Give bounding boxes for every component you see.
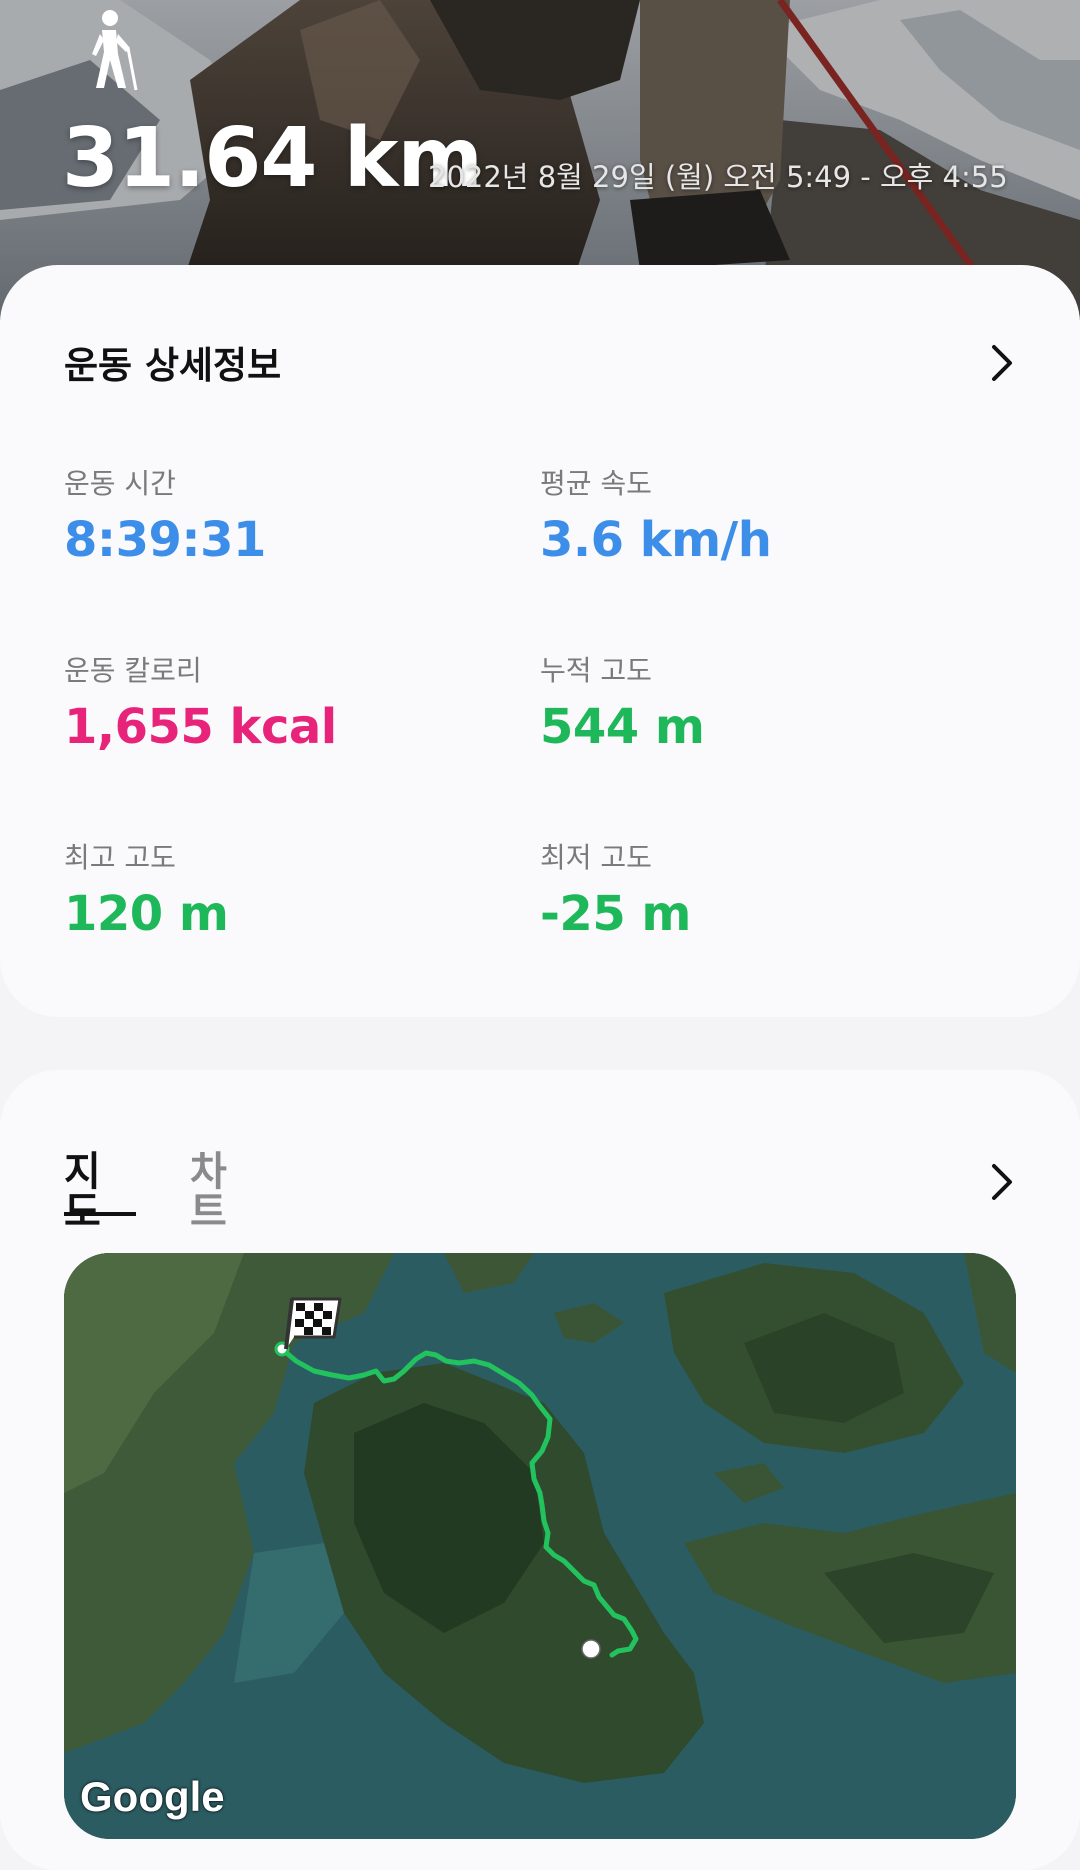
chevron-right-icon[interactable] [986,1162,1016,1202]
google-attribution: Google [80,1773,225,1820]
stat-label: 누적 고도 [540,654,652,687]
map-chart-card: 지도 차트 Google [0,1070,1080,1870]
total-distance: 31.64 km [62,111,483,206]
workout-details-card: 운동 상세정보 운동 시간 8:39:31 평균 속도 3.6 km/h 운동 … [0,265,1080,1017]
workout-date-range: 2022년 8월 29일 (월) 오전 5:49 - 오후 4:55 [428,160,1008,194]
active-tab-indicator [64,1212,136,1216]
stat-workout-time: 운동 시간 8:39:31 [64,467,484,568]
stat-value: -25 m [540,886,691,942]
tab-map[interactable]: 지도 [64,1152,101,1232]
stat-max-altitude: 최고 고도 120 m [64,841,484,942]
stat-elevation-gain: 누적 고도 544 m [540,654,960,755]
satellite-map-image [64,1253,1016,1839]
stat-label: 운동 칼로리 [64,654,202,687]
stat-value: 8:39:31 [64,512,266,568]
stat-label: 평균 속도 [540,467,652,500]
stat-value: 544 m [540,699,705,755]
stat-min-altitude: 최저 고도 -25 m [540,841,960,942]
end-point-dot-icon [581,1639,601,1659]
stat-average-speed: 평균 속도 3.6 km/h [540,467,960,568]
stat-value: 120 m [64,886,229,942]
hiking-person-icon [92,10,138,91]
stat-label: 최저 고도 [540,841,652,874]
chevron-right-icon[interactable] [986,343,1016,383]
stat-label: 최고 고도 [64,841,176,874]
stat-value: 3.6 km/h [540,512,772,568]
stat-calories: 운동 칼로리 1,655 kcal [64,654,484,755]
stat-label: 운동 시간 [64,467,176,500]
stat-value: 1,655 kcal [64,699,337,755]
tab-chart[interactable]: 차트 [190,1152,227,1232]
checkered-flag-icon [284,1297,342,1350]
details-title: 운동 상세정보 [64,344,282,387]
route-map[interactable]: Google [64,1253,1016,1839]
